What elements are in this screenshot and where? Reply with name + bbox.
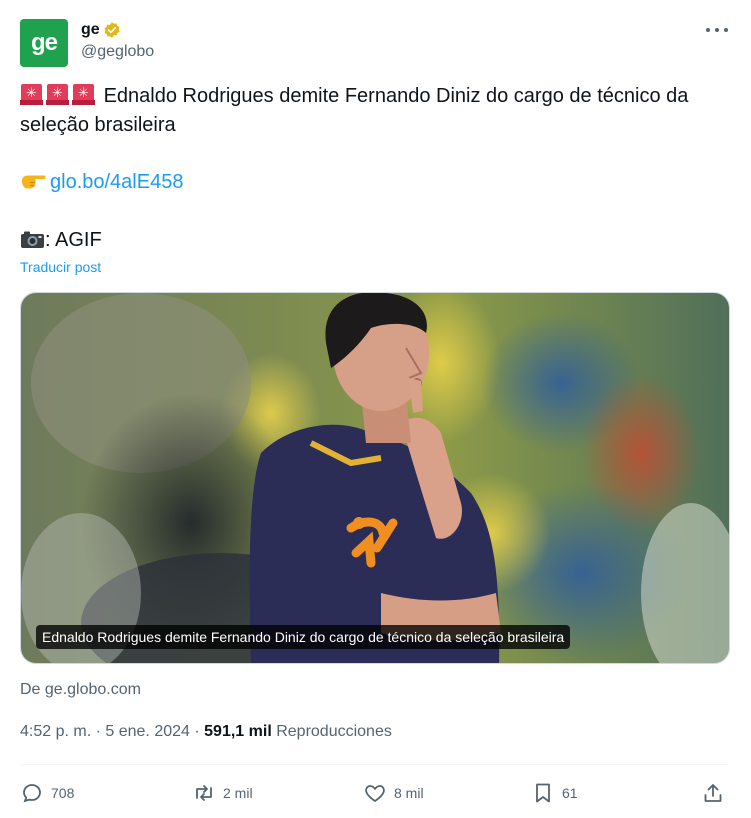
photo-credit-line: : AGIF	[20, 226, 732, 255]
siren-emoji-icon: ✳	[46, 84, 69, 105]
avatar[interactable]: ge	[20, 19, 68, 67]
like-button[interactable]: 8 mil	[363, 778, 424, 808]
media-photo	[21, 293, 729, 663]
repost-count: 2 mil	[223, 785, 253, 801]
action-bar: 708 2 mil 8 mil 61	[20, 778, 732, 808]
views-label: Reproducciones	[276, 723, 392, 740]
bookmark-count: 61	[562, 785, 578, 801]
repost-button[interactable]: 2 mil	[192, 778, 253, 808]
share-button[interactable]	[701, 778, 732, 808]
reply-count: 708	[51, 785, 75, 801]
bookmark-button[interactable]: 61	[531, 778, 578, 808]
reply-icon	[23, 784, 41, 803]
siren-emoji-icon: ✳	[72, 84, 95, 105]
views-count: 591,1 mil	[204, 723, 272, 740]
media-caption: Ednaldo Rodrigues demite Fernando Diniz …	[36, 625, 571, 649]
post-date[interactable]: 5 ene. 2024	[105, 723, 190, 740]
post-link[interactable]: glo.bo/4alE458	[50, 171, 183, 193]
post-media[interactable]: Ednaldo Rodrigues demite Fernando Diniz …	[20, 292, 730, 664]
like-count: 8 mil	[394, 785, 424, 801]
handle[interactable]: @geglobo	[81, 43, 154, 61]
post-header: ge ge @geglobo	[20, 17, 732, 67]
share-icon	[704, 784, 722, 802]
post-meta: 4:52 p. m. · 5 ene. 2024 · 591,1 mil Rep…	[20, 723, 392, 741]
translate-post-link[interactable]: Traducir post	[20, 259, 101, 275]
post-link-line: glo.bo/4alE458	[20, 168, 732, 197]
divider	[20, 764, 728, 765]
source-link[interactable]: De ge.globo.com	[20, 681, 141, 699]
siren-emoji-icon: ✳	[20, 84, 43, 105]
verified-badge-icon	[104, 22, 120, 38]
heart-icon	[365, 785, 385, 803]
avatar-text: ge	[30, 29, 58, 56]
pointing-hand-emoji-icon	[22, 175, 46, 189]
post-time[interactable]: 4:52 p. m.	[20, 723, 91, 740]
post-headline-line: ✳ ✳ ✳ Ednaldo Rodrigues demite Fernando Di…	[20, 82, 732, 140]
meta-separator: ·	[194, 723, 200, 740]
bookmark-icon	[536, 783, 550, 803]
author-names: ge @geglobo	[81, 19, 154, 61]
reply-button[interactable]: 708	[20, 778, 74, 808]
camera-emoji-icon	[21, 231, 44, 248]
repost-icon	[196, 785, 212, 801]
post-headline: Ednaldo Rodrigues demite Fernando Diniz …	[20, 85, 689, 136]
more-options-icon[interactable]	[706, 21, 728, 39]
photo-credit: : AGIF	[45, 229, 102, 251]
meta-separator: ·	[95, 723, 101, 740]
display-name[interactable]: ge	[81, 21, 100, 39]
